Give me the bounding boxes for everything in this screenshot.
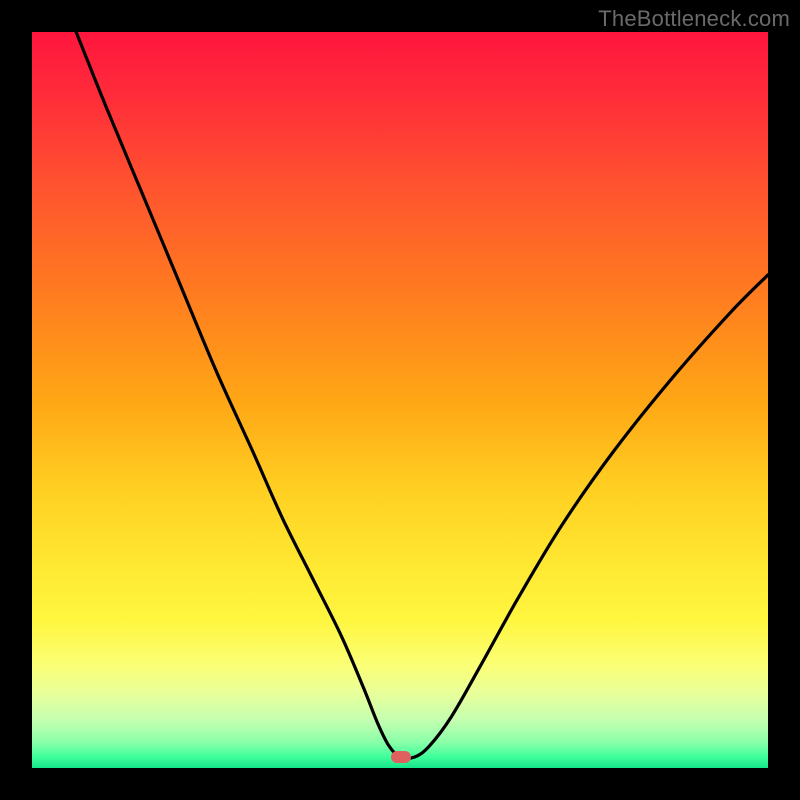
plot-area <box>32 32 768 768</box>
bottleneck-curve <box>32 32 768 768</box>
minimum-marker <box>391 751 411 763</box>
watermark-text: TheBottleneck.com <box>598 6 790 32</box>
chart-stage: TheBottleneck.com <box>0 0 800 800</box>
